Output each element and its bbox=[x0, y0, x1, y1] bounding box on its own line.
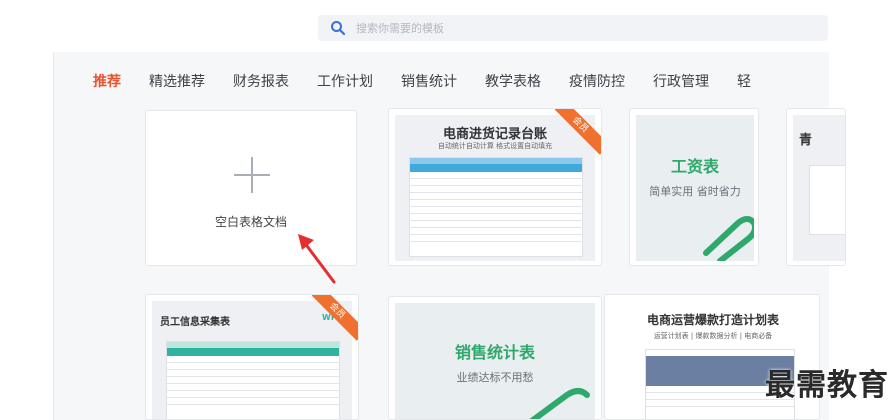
template-title: 员工信息采集表 bbox=[160, 317, 230, 328]
tab-work-plan[interactable]: 工作计划 bbox=[317, 71, 373, 91]
template-card-purchase[interactable]: 电商进货记录台账 自动统计自动计算 格式设置自动填充 会员 bbox=[388, 108, 602, 266]
vip-badge: 会员 bbox=[555, 109, 601, 155]
template-subtitle: 简单实用 省时省力 bbox=[649, 185, 741, 198]
template-card-sales[interactable]: 销售统计表 业绩达标不用愁 bbox=[388, 296, 602, 420]
tab-admin[interactable]: 行政管理 bbox=[653, 71, 709, 91]
search-bar[interactable]: 搜索你需要的模板 bbox=[318, 15, 828, 41]
watermark-logo: 最需教育 bbox=[765, 368, 889, 403]
template-title: 销售统计表 bbox=[454, 343, 535, 362]
search-icon bbox=[330, 20, 346, 36]
tab-epidemic[interactable]: 疫情防控 bbox=[569, 71, 625, 91]
paperclip-icon bbox=[529, 388, 590, 419]
template-card-partial[interactable]: 青 bbox=[786, 108, 846, 266]
template-title: 电商运营爆款打造计划表 bbox=[646, 313, 779, 327]
template-card-employee[interactable]: 员工信息采集表 WPS 会员 bbox=[145, 294, 359, 420]
plus-icon bbox=[234, 157, 270, 193]
tab-more[interactable]: 轻 bbox=[737, 71, 751, 91]
table-preview bbox=[409, 157, 583, 257]
tab-teaching[interactable]: 教学表格 bbox=[485, 71, 541, 91]
paperclip-icon bbox=[703, 216, 754, 261]
category-tabs: 推荐 精选推荐 财务报表 工作计划 销售统计 教学表格 疫情防控 行政管理 轻 bbox=[93, 71, 779, 91]
template-subtitle: 业绩达标不用愁 bbox=[456, 371, 534, 384]
template-subtitle: 运营计划表 | 爆款数据分析 | 电商必备 bbox=[653, 332, 773, 340]
search-input[interactable]: 搜索你需要的模板 bbox=[356, 20, 444, 36]
tab-recommend[interactable]: 推荐 bbox=[93, 71, 121, 91]
vip-badge: 会员 bbox=[312, 295, 358, 341]
template-title: 工资表 bbox=[670, 157, 719, 176]
template-title: 青 bbox=[799, 133, 813, 148]
tab-featured[interactable]: 精选推荐 bbox=[149, 71, 205, 91]
tab-finance[interactable]: 财务报表 bbox=[233, 71, 289, 91]
tab-sales[interactable]: 销售统计 bbox=[401, 71, 457, 91]
template-card-salary[interactable]: 工资表 简单实用 省时省力 bbox=[629, 108, 759, 266]
table-preview bbox=[166, 341, 340, 419]
red-arrow-annotation bbox=[298, 234, 336, 284]
